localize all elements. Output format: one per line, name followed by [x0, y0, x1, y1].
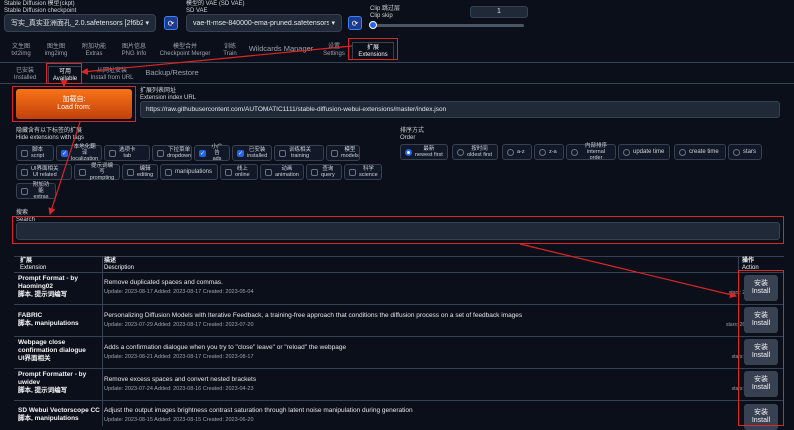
annotation-arrows	[48, 45, 738, 299]
arrow-load-to-search	[48, 121, 81, 216]
arrow-tab-to-available	[80, 45, 353, 76]
arrow-search-to-install	[519, 243, 738, 299]
